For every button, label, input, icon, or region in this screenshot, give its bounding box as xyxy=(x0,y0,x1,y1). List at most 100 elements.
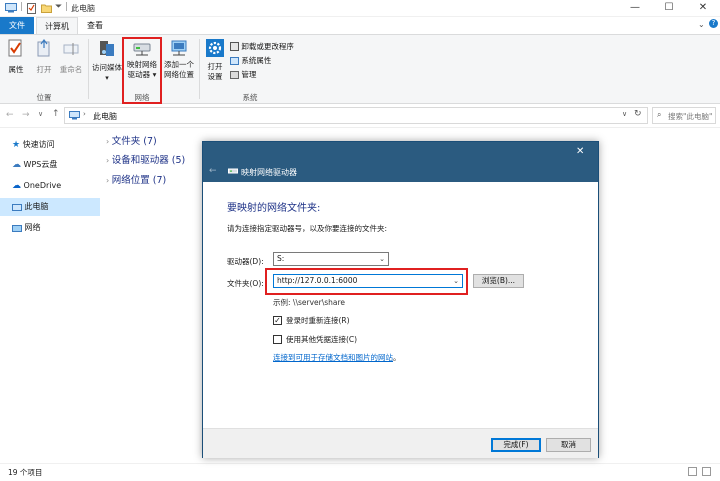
tab-computer[interactable]: 计算机 xyxy=(36,17,78,34)
large-icons-view-icon[interactable] xyxy=(702,467,711,476)
dialog-footer: 完成(F) 取消 xyxy=(203,428,598,458)
group-label-location: 位置 xyxy=(36,93,52,102)
group-header-network-locations[interactable]: › 网络位置 (7) xyxy=(106,172,166,186)
address-box[interactable]: › 此电脑 ∨ ↻ xyxy=(64,107,648,124)
dialog-close-button[interactable]: ✕ xyxy=(576,146,584,157)
open-button[interactable]: 打开 xyxy=(32,39,56,83)
uninstall-programs-button[interactable]: 卸载或更改程序 xyxy=(230,41,294,52)
storage-website-link[interactable]: 连接到可用于存储文档和图片的网站 xyxy=(273,353,393,362)
example-text: 示例: \\server\share xyxy=(273,298,346,307)
add-network-location-button[interactable]: 添加一个 网络位置 xyxy=(162,39,196,87)
title-divider: | xyxy=(20,2,24,12)
status-bar: 19 个项目 xyxy=(0,463,720,481)
chevron-down-icon: ⌄ xyxy=(453,277,459,285)
browse-button[interactable]: 浏览(B)... xyxy=(473,274,524,288)
star-icon: ★ xyxy=(12,140,21,150)
dialog-title-bar: ✕ ← 映射网络驱动器 xyxy=(203,142,598,182)
recent-dropdown-icon[interactable]: ∨ xyxy=(38,110,43,118)
ribbon-separator xyxy=(199,39,200,99)
manage-button[interactable]: 管理 xyxy=(230,69,256,80)
nav-item-onedrive[interactable]: ☁ OneDrive xyxy=(12,177,61,195)
programs-icon xyxy=(230,42,239,51)
folder-input[interactable]: http://127.0.0.1:6000 ⌄ xyxy=(273,274,463,288)
folder-label: 文件夹(O): xyxy=(227,279,264,288)
rename-button[interactable]: 重命名 xyxy=(58,39,84,83)
ribbon-expand-icon[interactable]: ⌄ xyxy=(698,20,705,29)
search-icon: ⌕ xyxy=(657,110,662,119)
open-settings-button[interactable]: 打开 设置 xyxy=(203,39,227,87)
network-drive-icon xyxy=(228,167,238,176)
search-input[interactable]: ⌕ 搜索"此电脑" xyxy=(652,107,716,124)
gear-icon xyxy=(206,39,224,57)
minimize-button[interactable]: — xyxy=(618,0,652,17)
ribbon: 属性 打开 重命名 位置 访问媒体 ▾ 映射网络 驱动器 ▾ 添加一个 网络位置… xyxy=(0,34,720,104)
title-divider: | xyxy=(65,2,69,12)
window-title: 此电脑 xyxy=(71,4,95,13)
tab-view[interactable]: 查看 xyxy=(80,17,110,34)
nav-item-this-pc[interactable]: 此电脑 xyxy=(0,198,100,216)
rename-icon xyxy=(63,43,79,55)
properties-icon xyxy=(8,39,22,57)
access-media-button[interactable]: 访问媒体 ▾ xyxy=(92,39,122,87)
storage-website-link-row: 连接到可用于存储文档和图片的网站。 xyxy=(273,353,401,362)
other-credentials-checkbox[interactable] xyxy=(273,335,282,344)
new-folder-qat-icon[interactable] xyxy=(41,3,52,13)
nav-item-wps-cloud[interactable]: ☁ WPS云盘 xyxy=(12,156,57,174)
dialog-heading: 要映射的网络文件夹: xyxy=(227,203,321,214)
chevron-right-icon: › xyxy=(106,156,110,165)
details-view-icon[interactable] xyxy=(688,467,697,476)
back-arrow-icon[interactable]: ← xyxy=(6,110,14,120)
media-icon xyxy=(100,41,114,56)
chevron-right-icon: › xyxy=(106,137,110,146)
group-header-devices[interactable]: › 设备和驱动器 (5) xyxy=(106,152,185,166)
computer-icon xyxy=(12,203,22,211)
maximize-button[interactable]: ☐ xyxy=(652,0,686,17)
group-label-system: 系统 xyxy=(242,93,258,102)
nav-item-network[interactable]: 网络 xyxy=(12,219,41,237)
chevron-down-icon: ▾ xyxy=(105,74,109,82)
up-arrow-icon[interactable]: ↑ xyxy=(52,109,60,119)
computer-icon xyxy=(69,111,80,120)
close-button[interactable]: ✕ xyxy=(686,0,720,17)
chevron-down-icon: ⌄ xyxy=(379,255,385,263)
group-header-folders[interactable]: › 文件夹 (7) xyxy=(106,133,157,147)
properties-qat-icon[interactable] xyxy=(27,3,37,14)
network-location-icon xyxy=(171,40,187,56)
search-placeholder: 搜索"此电脑" xyxy=(668,112,713,121)
drive-label: 驱动器(D): xyxy=(227,257,264,266)
cloud-icon: ☁ xyxy=(12,160,21,170)
qat-dropdown-icon[interactable]: ⏷ xyxy=(55,2,62,12)
network-drive-icon xyxy=(133,43,151,56)
open-icon xyxy=(37,39,50,57)
ribbon-separator xyxy=(88,39,89,99)
dialog-title: 映射网络驱动器 xyxy=(241,168,297,177)
breadcrumb-chevron-icon: › xyxy=(83,110,86,118)
group-label-network: 网络 xyxy=(134,93,150,102)
breadcrumb[interactable]: 此电脑 xyxy=(93,111,117,122)
nav-item-quick-access[interactable]: ★ 快速访问 xyxy=(12,136,55,154)
onedrive-icon: ☁ xyxy=(12,181,21,191)
chevron-right-icon: › xyxy=(106,176,110,185)
tab-file[interactable]: 文件 xyxy=(0,17,34,34)
address-bar-row: ← → ∨ ↑ › 此电脑 ∨ ↻ ⌕ 搜索"此电脑" xyxy=(0,104,720,128)
dialog-back-arrow-icon[interactable]: ← xyxy=(209,166,217,176)
system-properties-button[interactable]: 系统属性 xyxy=(230,55,271,66)
item-count: 19 个项目 xyxy=(8,468,43,477)
drive-select[interactable]: S: ⌄ xyxy=(273,252,389,266)
properties-button[interactable]: 属性 xyxy=(4,39,28,83)
manage-icon xyxy=(230,70,239,79)
help-icon[interactable]: ? xyxy=(709,19,718,28)
map-network-drive-dialog: ✕ ← 映射网络驱动器 要映射的网络文件夹: 请为连接指定驱动器号，以及你要连接… xyxy=(202,141,599,458)
system-icon xyxy=(230,56,239,65)
dialog-instruction: 请为连接指定驱动器号，以及你要连接的文件夹: xyxy=(227,224,388,233)
network-icon xyxy=(12,224,22,232)
forward-arrow-icon[interactable]: → xyxy=(22,110,30,120)
finish-button[interactable]: 完成(F) xyxy=(491,438,541,452)
cancel-button[interactable]: 取消 xyxy=(546,438,591,452)
reconnect-checkbox[interactable]: ✓ xyxy=(273,316,282,325)
map-network-drive-button[interactable]: 映射网络 驱动器 ▾ xyxy=(124,39,160,87)
computer-icon xyxy=(5,3,17,13)
chevron-down-icon: ▾ xyxy=(152,70,157,79)
address-dropdown-icon[interactable]: ∨ xyxy=(622,110,627,118)
refresh-icon[interactable]: ↻ xyxy=(634,109,642,119)
